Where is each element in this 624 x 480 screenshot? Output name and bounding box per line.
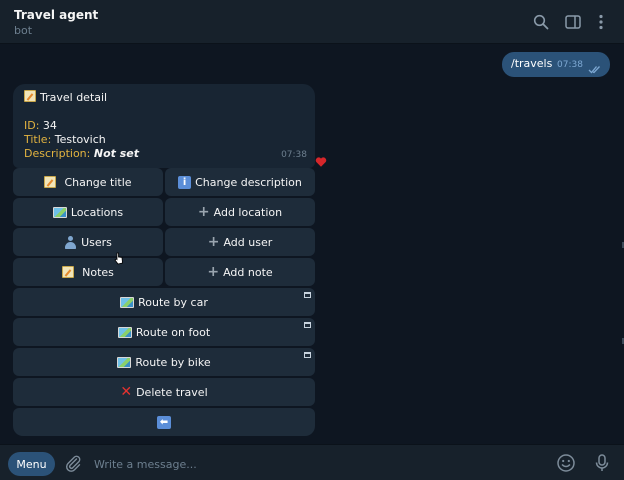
open-link-icon <box>304 322 311 328</box>
message-time: 07:38 <box>557 60 583 70</box>
user-icon <box>64 235 77 249</box>
chat-subtitle: bot <box>14 24 33 37</box>
info-icon: i <box>178 175 192 189</box>
map-icon <box>117 326 132 338</box>
message-composer: Menu <box>0 444 624 480</box>
message-time: 07:38 <box>281 150 307 160</box>
travel-description-row: Description: Not set <box>24 147 139 160</box>
map-icon <box>117 356 132 368</box>
travel-detail-heading: Travel detail <box>24 90 107 104</box>
map-icon <box>52 206 67 218</box>
bot-menu-button[interactable]: Menu <box>8 452 55 476</box>
back-button[interactable]: ⬅ <box>13 408 315 436</box>
emoji-icon[interactable] <box>556 453 576 473</box>
route-by-car-button[interactable]: Route by car <box>13 288 315 316</box>
add-note-button[interactable]: + Add note <box>165 258 315 286</box>
outgoing-message[interactable]: /travels 07:38 <box>502 52 610 77</box>
search-icon[interactable] <box>531 12 551 32</box>
more-vertical-icon[interactable] <box>591 12 611 32</box>
route-by-bike-button[interactable]: Route by bike <box>13 348 315 376</box>
change-title-button[interactable]: Change title <box>13 168 163 196</box>
delete-travel-button[interactable]: ✕ Delete travel <box>13 378 315 406</box>
memo-icon <box>44 176 57 188</box>
chat-header: Travel agent bot <box>0 0 624 44</box>
plus-icon: + <box>207 234 220 250</box>
double-check-icon <box>588 59 602 78</box>
memo-icon <box>62 266 75 278</box>
users-button[interactable]: Users <box>13 228 163 256</box>
plus-icon: + <box>207 264 220 280</box>
add-location-button[interactable]: + Add location <box>165 198 315 226</box>
change-description-button[interactable]: i Change description <box>165 168 315 196</box>
paperclip-icon[interactable] <box>64 454 82 472</box>
message-list[interactable]: /travels 07:38 Travel detail ID: 34 Titl… <box>0 44 624 444</box>
cross-mark-icon: ✕ <box>120 384 133 400</box>
locations-button[interactable]: Locations <box>13 198 163 226</box>
heart-reaction-icon[interactable] <box>315 153 327 167</box>
sidebar-toggle-icon[interactable] <box>563 12 583 32</box>
message-input[interactable] <box>94 453 534 475</box>
open-link-icon <box>304 352 311 358</box>
route-on-foot-button[interactable]: Route on foot <box>13 318 315 346</box>
add-user-button[interactable]: + Add user <box>165 228 315 256</box>
map-icon <box>120 296 135 308</box>
notes-button[interactable]: Notes <box>13 258 163 286</box>
message-text: /travels <box>511 57 553 70</box>
travel-id-row: ID: 34 <box>24 119 57 132</box>
mouse-pointer-icon <box>114 250 124 269</box>
open-link-icon <box>304 292 311 298</box>
incoming-message[interactable]: Travel detail ID: 34 Title: Testovich De… <box>13 84 315 168</box>
plus-icon: + <box>197 204 210 220</box>
microphone-icon[interactable] <box>592 453 612 473</box>
travel-title-row: Title: Testovich <box>24 133 106 146</box>
memo-icon <box>24 90 36 102</box>
back-arrow-icon: ⬅ <box>157 415 171 429</box>
chat-title[interactable]: Travel agent <box>14 8 98 22</box>
